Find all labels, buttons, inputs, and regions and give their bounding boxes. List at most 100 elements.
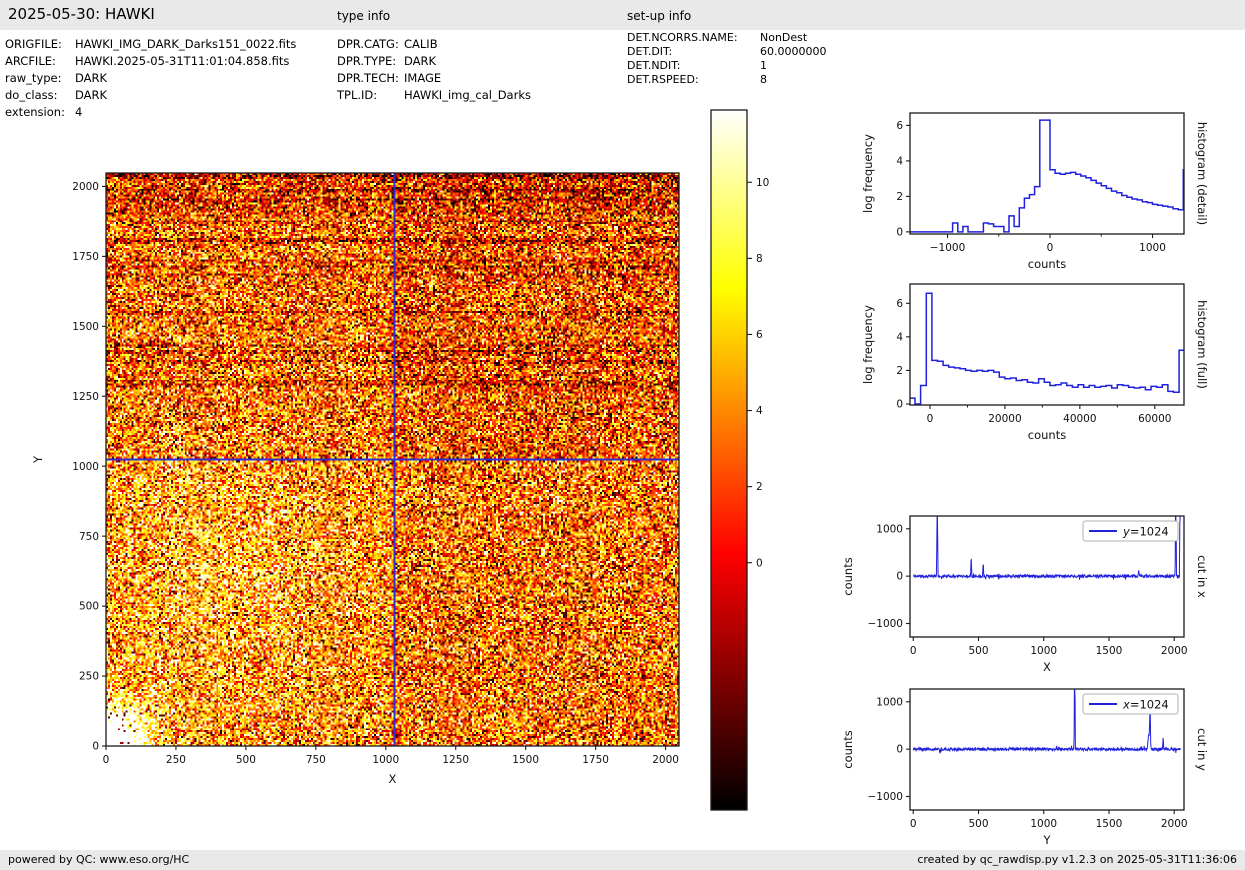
y-axis-label: Y: [31, 455, 45, 464]
y-tick-label: 6: [896, 120, 903, 132]
footer-created-by: created by qc_rawdisp.py v1.2.3 on 2025-…: [917, 853, 1237, 866]
meta-value: 8: [760, 73, 767, 86]
meta-row: TPL.ID: HAWKI_img_cal_Darks: [337, 87, 531, 104]
meta-value: 4: [75, 105, 83, 119]
meta-row: DET.DIT: 60.0000000: [627, 45, 826, 59]
x-axis-label: X: [1043, 660, 1051, 674]
file-info-list: ORIGFILE: HAWKI_IMG_DARK_Darks151_0022.fi…: [5, 36, 296, 121]
plot-hist-detail: −1000 0 1000 0 2 4 6 counts log frequency histogr…: [861, 112, 1209, 271]
x-tick-label: 1000: [372, 754, 399, 766]
y-tick-label: 1000: [876, 696, 903, 708]
dark-frame-heatmap: [106, 173, 679, 746]
meta-label: extension:: [5, 105, 65, 119]
legend-label: y=1024: [1122, 525, 1169, 539]
x-tick-label: 500: [968, 645, 988, 657]
x-tick-label: 1000: [1030, 645, 1057, 657]
meta-label: do_class:: [5, 88, 58, 102]
y-tick-label: 1000: [72, 461, 99, 473]
y-axis-label: log frequency: [861, 134, 875, 213]
x-tick-label: 1750: [582, 754, 609, 766]
x-tick-label: 2000: [1161, 818, 1188, 830]
y-tick-label: 2000: [72, 181, 99, 193]
meta-row: DET.NCORRS.NAME: NonDest: [627, 31, 826, 45]
meta-value: HAWKI_img_cal_Darks: [404, 88, 531, 102]
right-axis-label: histogram (full): [1195, 300, 1209, 389]
meta-row: DPR.CATG: CALIB: [337, 36, 531, 53]
x-tick-label: 750: [306, 754, 326, 766]
colorbar-tick-label: 0: [756, 557, 763, 569]
meta-value: NonDest: [760, 31, 808, 44]
meta-row: DET.NDIT: 1: [627, 59, 826, 73]
y-tick-label: 0: [896, 226, 903, 238]
x-tick-label: 250: [166, 754, 186, 766]
y-tick-label: 1500: [72, 321, 99, 333]
x-tick-label: 1500: [1096, 818, 1123, 830]
meta-value: DARK: [75, 71, 108, 85]
colorbar-tick-label: 6: [756, 329, 763, 341]
y-tick-label: 250: [79, 671, 99, 683]
colorbar-gradient: [711, 110, 747, 810]
plot-cut-y: 0 500 1000 1500 2000 −1000 0 1000 Ycounts cut in …: [841, 688, 1209, 847]
colorbar-tick-label: 8: [756, 253, 763, 265]
y-tick-label: 0: [92, 741, 99, 753]
setup-info-list: DET.NCORRS.NAME: NonDest DET.DIT: 60.000000…: [627, 31, 826, 87]
meta-label: DPR.TYPE:: [337, 54, 397, 68]
meta-value: 60.0000000: [760, 45, 827, 58]
y-tick-label: 2: [896, 191, 903, 203]
y-tick-label: −1000: [867, 791, 903, 803]
x-axis-label: Y: [1042, 833, 1051, 847]
type-info-heading: type info: [337, 9, 391, 23]
x-tick-label: 0: [927, 413, 934, 425]
legend-label: x=1024: [1122, 698, 1169, 712]
y-tick-label: 750: [79, 531, 99, 543]
plot-hist-full: 0 20000 40000 60000 0 2 4 6 counts log frequency h…: [861, 283, 1209, 442]
x-tick-label: 0: [1047, 242, 1054, 254]
meta-row: DPR.TYPE: DARK: [337, 53, 531, 70]
y-tick-label: 0: [896, 571, 903, 583]
x-axis-label: X: [389, 772, 397, 786]
y-tick-label: −1000: [867, 618, 903, 630]
x-tick-label: −1000: [930, 242, 966, 254]
meta-label: TPL.ID:: [337, 88, 378, 102]
x-tick-label: 1000: [1139, 242, 1166, 254]
x-tick-label: 500: [968, 818, 988, 830]
meta-label: DET.DIT:: [627, 45, 673, 58]
right-axis-label: cut in y: [1195, 728, 1209, 771]
y-tick-label: 1750: [72, 251, 99, 263]
colorbar-tick-label: 10: [756, 177, 769, 189]
legend-cut-y: x=1024: [1082, 693, 1179, 715]
meta-value: DARK: [75, 88, 108, 102]
meta-label: ORIGFILE:: [5, 37, 62, 51]
data-series-hist-detail: [910, 119, 1184, 233]
meta-value: IMAGE: [404, 71, 442, 85]
meta-row: raw_type: DARK: [5, 70, 296, 87]
y-tick-label: 0: [896, 399, 903, 411]
meta-label: DET.NCORRS.NAME:: [627, 31, 738, 44]
right-axis-label: histogram (detail): [1195, 122, 1209, 225]
y-axis-label: log frequency: [861, 305, 875, 384]
setup-info-heading: set-up info: [627, 9, 692, 23]
x-tick-label: 2000: [652, 754, 679, 766]
meta-label: DPR.TECH:: [337, 71, 399, 85]
data-series-cut-x: [913, 516, 1181, 580]
meta-value: HAWKI_IMG_DARK_Darks151_0022.fits: [75, 37, 297, 51]
x-tick-label: 0: [103, 754, 110, 766]
meta-value: 1: [760, 59, 767, 72]
header-bar: 2025-05-30: HAWKI type info set-up info: [0, 0, 1245, 30]
meta-label: ARCFILE:: [5, 54, 56, 68]
footer-credit-qc: powered by QC: www.eso.org/HC: [8, 853, 190, 866]
meta-label: raw_type:: [5, 71, 62, 85]
y-tick-label: 2: [896, 365, 903, 377]
data-series-cut-y: [912, 689, 1181, 755]
y-tick-label: 1000: [876, 523, 903, 535]
x-tick-label: 1250: [442, 754, 469, 766]
x-tick-label: 60000: [1138, 413, 1171, 425]
x-tick-label: 40000: [1063, 413, 1096, 425]
x-tick-label: 0: [910, 818, 917, 830]
x-tick-label: 0: [910, 645, 917, 657]
meta-label: DET.RSPEED:: [627, 73, 699, 86]
plot-cut-x: 0 500 1000 1500 2000 −1000 0 1000 Xcounts cut in …: [841, 515, 1209, 674]
colorbar-tick-label: 4: [756, 405, 763, 417]
x-tick-label: 20000: [988, 413, 1021, 425]
data-series-hist-full: [910, 292, 1184, 405]
